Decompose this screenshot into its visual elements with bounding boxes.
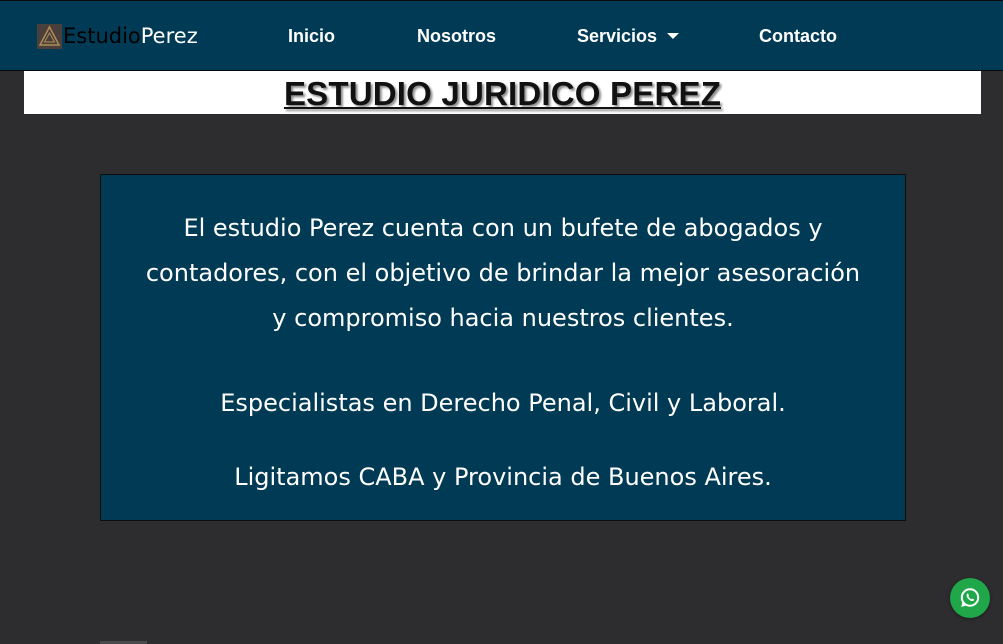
chevron-down-icon — [667, 33, 680, 39]
whatsapp-icon — [958, 586, 982, 610]
title-banner: ESTUDIO JURIDICO PEREZ — [24, 71, 981, 114]
navbar: Estudio Perez Inicio Nosotros Servicios C… — [0, 0, 1003, 71]
nav-dropdown-servicios[interactable]: Servicios — [577, 25, 680, 47]
brand-link[interactable]: Estudio Perez — [37, 23, 198, 49]
about-description: El estudio Perez cuenta con un bufete de… — [101, 206, 905, 341]
coverage-text: Ligitamos CABA y Provincia de Buenos Air… — [234, 463, 772, 491]
specialties-text: Especialistas en Derecho Penal, Civil y … — [220, 389, 786, 417]
about-line-2: contadores, con el objetivo de brindar l… — [145, 259, 861, 287]
brand-name-part2: Perez — [140, 24, 198, 48]
whatsapp-button[interactable] — [950, 578, 990, 618]
page-title: ESTUDIO JURIDICO PEREZ — [283, 75, 722, 112]
about-line-3: y compromiso hacia nuestros clientes. — [272, 304, 734, 332]
about-panel: El estudio Perez cuenta con un bufete de… — [100, 174, 906, 521]
brand-name-part1: Estudio — [63, 24, 141, 48]
nav-link-nosotros[interactable]: Nosotros — [417, 25, 496, 47]
nav-link-inicio[interactable]: Inicio — [288, 25, 335, 47]
about-line-1: El estudio Perez cuenta con un bufete de… — [183, 214, 823, 242]
triangle-logo-icon — [37, 23, 62, 49]
nav-link-servicios-label: Servicios — [577, 26, 658, 46]
nav-link-contacto[interactable]: Contacto — [759, 25, 837, 47]
